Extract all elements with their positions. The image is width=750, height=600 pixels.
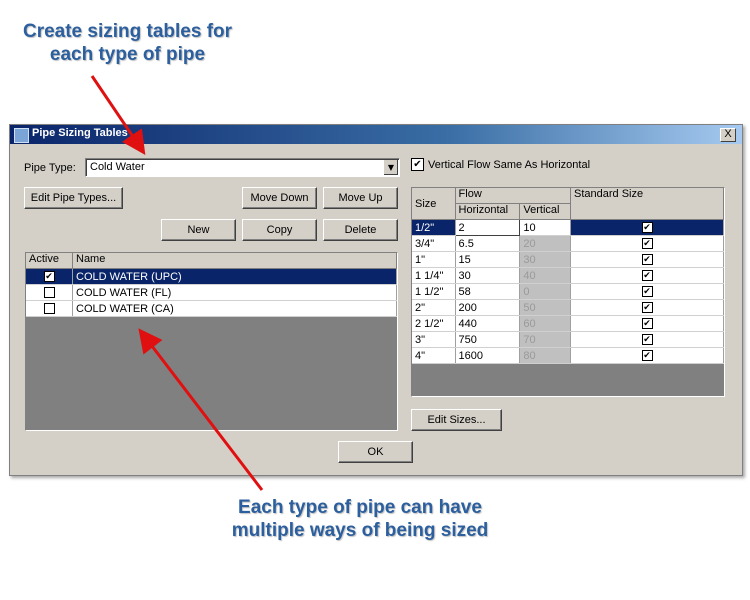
close-button[interactable]: X: [720, 128, 736, 142]
horizontal-cell[interactable]: 30: [455, 267, 521, 284]
copy-button[interactable]: Copy: [242, 219, 317, 241]
standard-size-checkbox[interactable]: ✔: [641, 302, 653, 314]
method-name: COLD WATER (FL): [72, 284, 397, 301]
edit-sizes-button[interactable]: Edit Sizes...: [411, 409, 502, 431]
vertical-cell[interactable]: 40: [519, 267, 572, 284]
standard-size-checkbox[interactable]: ✔: [641, 318, 653, 330]
standard-size-checkbox[interactable]: ✔: [641, 350, 653, 362]
standard-size-checkbox[interactable]: ✔: [641, 254, 653, 266]
size-cell: 1 1/4": [412, 267, 456, 284]
active-column-header[interactable]: Active: [26, 253, 73, 269]
app-icon: [14, 128, 29, 143]
active-checkbox[interactable]: ✔: [43, 271, 55, 283]
vertical-cell[interactable]: 30: [519, 251, 572, 268]
standard-size-checkbox[interactable]: ✔: [641, 286, 653, 298]
vertical-cell[interactable]: 10: [519, 219, 572, 236]
size-cell: 3": [412, 331, 456, 348]
horizontal-cell[interactable]: 1600: [455, 347, 521, 364]
vertical-flow-checkbox[interactable]: ✔: [411, 158, 424, 171]
sizing-methods-table[interactable]: Active Name ✔ COLD WATER (UPC) COLD WATE…: [25, 252, 398, 431]
horizontal-cell[interactable]: 2: [454, 219, 521, 236]
annotation-top-line2: each type of pipe: [49, 44, 206, 65]
pipe-type-label: Pipe Type:: [24, 162, 76, 174]
size-cell: 2": [412, 299, 456, 316]
vertical-cell[interactable]: 20: [519, 235, 572, 252]
dialog-title: Pipe Sizing Tables: [32, 127, 128, 139]
horizontal-cell[interactable]: 750: [455, 331, 521, 348]
horizontal-cell[interactable]: 6.5: [455, 235, 521, 252]
vertical-cell[interactable]: 70: [519, 331, 572, 348]
title-bar[interactable]: Pipe Sizing Tables X: [10, 125, 742, 144]
pipe-sizing-dialog: Pipe Sizing Tables X Pipe Type: Cold Wat…: [9, 124, 743, 476]
size-cell: 3/4": [412, 235, 456, 252]
standard-size-checkbox[interactable]: ✔: [641, 222, 653, 234]
method-name: COLD WATER (CA): [72, 300, 397, 317]
size-cell: 4": [412, 347, 456, 364]
standard-size-column-header[interactable]: Standard Size: [570, 188, 724, 220]
method-name: COLD WATER (UPC): [72, 268, 397, 285]
vertical-cell[interactable]: 0: [519, 283, 572, 300]
standard-size-checkbox[interactable]: ✔: [641, 270, 653, 282]
size-cell: 2 1/2": [412, 315, 456, 332]
annotation-top-line1: Create sizing tables for: [22, 21, 233, 42]
pipe-sizes-table[interactable]: Size Flow Standard Size Horizontal Verti…: [411, 187, 725, 397]
pipe-type-value: Cold Water: [90, 161, 145, 173]
new-button[interactable]: New: [161, 219, 236, 241]
table-row[interactable]: 2 1/2" 440 60 ✔: [412, 315, 724, 332]
annotation-bottom-line2: multiple ways of being sized: [231, 520, 489, 541]
standard-size-checkbox[interactable]: ✔: [641, 334, 653, 346]
vertical-cell[interactable]: 60: [519, 315, 572, 332]
active-checkbox[interactable]: [43, 303, 55, 315]
table-row[interactable]: 1 1/4" 30 40 ✔: [412, 267, 724, 284]
vertical-cell[interactable]: 50: [519, 299, 572, 316]
table-row[interactable]: 2" 200 50 ✔: [412, 299, 724, 316]
size-column-header[interactable]: Size: [412, 188, 456, 220]
size-cell: 1/2": [412, 219, 456, 236]
table-row[interactable]: COLD WATER (CA): [26, 300, 397, 317]
horizontal-cell[interactable]: 440: [455, 315, 521, 332]
horizontal-cell[interactable]: 200: [455, 299, 521, 316]
edit-pipe-types-button[interactable]: Edit Pipe Types...: [24, 187, 123, 209]
table-row[interactable]: COLD WATER (FL): [26, 284, 397, 301]
table-row[interactable]: 1/2" 2 10 ✔: [412, 219, 724, 236]
name-column-header[interactable]: Name: [72, 253, 397, 269]
ok-button[interactable]: OK: [338, 441, 413, 463]
table-row[interactable]: 3" 750 70 ✔: [412, 331, 724, 348]
table-row[interactable]: ✔ COLD WATER (UPC): [26, 268, 397, 285]
table-row[interactable]: 1" 15 30 ✔: [412, 251, 724, 268]
size-cell: 1": [412, 251, 456, 268]
table-row[interactable]: 3/4" 6.5 20 ✔: [412, 235, 724, 252]
flow-column-header[interactable]: Flow: [455, 188, 572, 204]
horizontal-cell[interactable]: 15: [455, 251, 521, 268]
table-row[interactable]: 1 1/2" 58 0 ✔: [412, 283, 724, 300]
horizontal-column-header[interactable]: Horizontal: [455, 203, 521, 220]
vertical-column-header[interactable]: Vertical: [519, 203, 572, 220]
move-down-button[interactable]: Move Down: [242, 187, 317, 209]
table-row[interactable]: 4" 1600 80 ✔: [412, 347, 724, 364]
size-cell: 1 1/2": [412, 283, 456, 300]
move-up-button[interactable]: Move Up: [323, 187, 398, 209]
vertical-flow-label: Vertical Flow Same As Horizontal: [428, 159, 591, 171]
pipe-type-select[interactable]: Cold Water ▼: [85, 158, 400, 177]
chevron-down-icon[interactable]: ▼: [383, 160, 398, 175]
delete-button[interactable]: Delete: [323, 219, 398, 241]
active-checkbox[interactable]: [43, 287, 55, 299]
vertical-cell[interactable]: 80: [519, 347, 572, 364]
annotation-top: Create sizing tables for each type of pi…: [15, 20, 240, 66]
annotation-bottom: Each type of pipe can have multiple ways…: [205, 496, 515, 542]
annotation-bottom-line1: Each type of pipe can have: [238, 497, 482, 518]
standard-size-checkbox[interactable]: ✔: [641, 238, 653, 250]
horizontal-cell[interactable]: 58: [455, 283, 521, 300]
